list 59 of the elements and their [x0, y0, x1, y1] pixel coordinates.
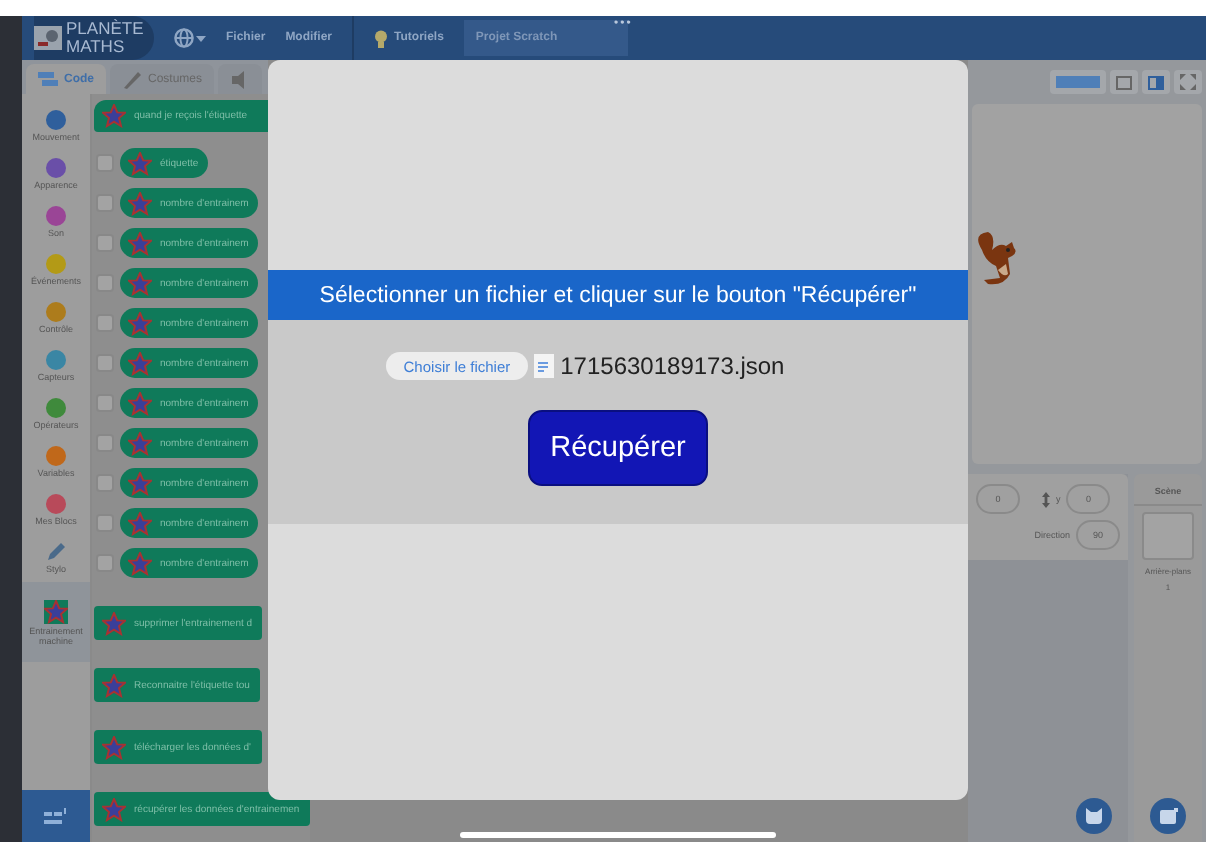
star-icon [44, 599, 68, 623]
add-extension-button[interactable] [22, 790, 90, 842]
choose-backdrop-button[interactable] [1150, 798, 1186, 834]
stage-layout-button[interactable] [1110, 70, 1138, 94]
brush-icon [122, 69, 142, 89]
star-icon [128, 271, 152, 295]
tab[interactable] [218, 64, 263, 94]
fullscreen-icon [1180, 74, 1196, 90]
star-icon [128, 151, 152, 175]
window-icon [1148, 75, 1164, 89]
checkbox[interactable] [96, 394, 114, 412]
choose-sprite-button[interactable] [1076, 798, 1112, 834]
fullscreen-button[interactable] [1174, 70, 1202, 94]
checkbox[interactable] [96, 434, 114, 452]
checkbox[interactable] [96, 354, 114, 372]
up-down-arrow-icon [1042, 491, 1050, 507]
backdrop-thumbnail[interactable] [1142, 512, 1194, 560]
language-button[interactable] [174, 28, 206, 48]
lightbulb-icon [374, 29, 389, 47]
pen-icon [46, 542, 66, 562]
star-icon [128, 551, 152, 575]
keyboard-icon [1056, 76, 1100, 88]
star-icon [128, 191, 152, 215]
star-icon [102, 735, 126, 759]
star-icon [128, 511, 152, 535]
checkbox[interactable] [96, 514, 114, 532]
star-icon [128, 311, 152, 335]
checkbox[interactable] [96, 194, 114, 212]
logo-text: PLANÈTE MATHS [66, 20, 142, 56]
extension-icon [44, 807, 68, 825]
checkbox[interactable] [96, 154, 114, 172]
document-icon [534, 354, 555, 378]
star-icon [128, 471, 152, 495]
globe-icon [174, 28, 206, 48]
checkbox[interactable] [96, 314, 114, 332]
checkbox[interactable] [96, 474, 114, 492]
logo-emblem-icon [34, 26, 62, 50]
checkbox[interactable] [96, 274, 114, 292]
file-name: 1715630189173.json [560, 352, 785, 380]
small-stage-button[interactable] [1050, 70, 1106, 94]
cat-face-icon [1086, 808, 1102, 824]
squirrel-drawing [976, 230, 1020, 290]
window-icon [1116, 75, 1132, 89]
star-icon [128, 391, 152, 415]
star-icon [102, 797, 126, 821]
star-icon [102, 611, 126, 635]
checkbox[interactable] [96, 554, 114, 572]
instruction-banner: Sélectionner un fichier et cliquer sur le bouton "Récupérer" [268, 270, 968, 320]
blocks-icon [38, 69, 58, 89]
retrieve-button[interactable]: Récupérer [528, 410, 708, 486]
picture-icon [1159, 808, 1177, 824]
stage-layout-button[interactable] [1142, 70, 1170, 94]
checkbox[interactable] [96, 234, 114, 252]
star-icon [128, 351, 152, 375]
star-icon [128, 231, 152, 255]
star-icon [102, 104, 126, 128]
star-icon [128, 431, 152, 455]
logo[interactable]: PLANÈTE MATHS [34, 16, 154, 60]
star-icon [102, 673, 126, 697]
